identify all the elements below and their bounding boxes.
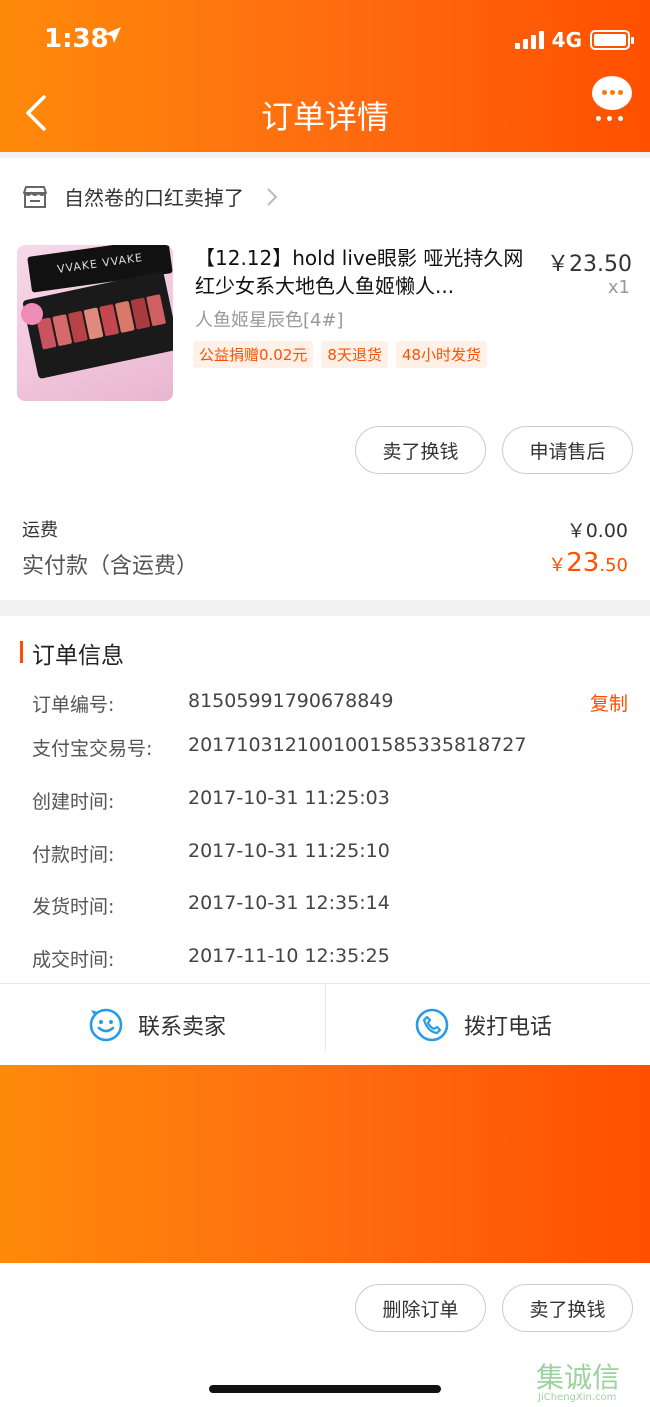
info-label: 创建时间: bbox=[32, 791, 115, 813]
info-label: 付款时间: bbox=[32, 844, 115, 866]
bottom-sell-for-cash-button[interactable]: 卖了换钱 bbox=[502, 1284, 633, 1332]
location-arrow-icon bbox=[105, 27, 121, 43]
copy-order-number-button[interactable]: 复制 bbox=[590, 689, 628, 716]
palette-brand-text: VVAKE VVAKE bbox=[56, 251, 144, 276]
info-value: 2017-10-31 11:25:03 bbox=[188, 787, 390, 809]
paid-integer: 23 bbox=[566, 548, 600, 578]
tag-shipping: 48小时发货 bbox=[395, 341, 488, 368]
watermark-text: 集诚信 bbox=[536, 1361, 621, 1394]
shipping-fee-value: ￥0.00 bbox=[566, 520, 628, 542]
info-value: 2017-10-31 12:35:14 bbox=[188, 892, 390, 914]
signal-icon bbox=[514, 31, 544, 49]
store-name: 自然卷的口红卖掉了 bbox=[64, 186, 244, 210]
info-row-paid-time: 付款时间: 2017-10-31 11:25:10 bbox=[32, 840, 390, 867]
status-indicators: 4G bbox=[514, 28, 634, 52]
store-link[interactable]: 自然卷的口红卖掉了 bbox=[22, 182, 278, 211]
chat-menu-button[interactable] bbox=[592, 76, 636, 122]
promo-banner[interactable] bbox=[0, 1065, 650, 1263]
call-phone-button[interactable]: 拨打电话 bbox=[414, 984, 552, 1066]
sell-for-cash-button[interactable]: 卖了换钱 bbox=[355, 426, 486, 474]
watermark-logo: 集诚信 JiChengXin.com bbox=[536, 1356, 621, 1403]
paid-amount-value: ￥23.50 bbox=[548, 548, 628, 578]
info-value: 2017103121001001585335818727 bbox=[188, 734, 527, 756]
info-row-created-time: 创建时间: 2017-10-31 11:25:03 bbox=[32, 787, 390, 814]
more-dots-icon bbox=[592, 116, 636, 121]
paid-currency: ￥ bbox=[548, 555, 567, 576]
product-image[interactable]: VVAKE VVAKE bbox=[17, 245, 173, 401]
info-row-shipped-time: 发货时间: 2017-10-31 12:35:14 bbox=[32, 892, 390, 919]
after-sales-button[interactable]: 申请售后 bbox=[502, 426, 633, 474]
info-label: 成交时间: bbox=[32, 949, 115, 971]
section-accent-bar bbox=[20, 641, 23, 663]
info-row-alipay-number: 支付宝交易号: 2017103121001001585335818727 bbox=[32, 734, 526, 761]
flower-decoration bbox=[21, 303, 43, 325]
contact-seller-label: 联系卖家 bbox=[138, 1015, 227, 1040]
paid-decimal: .50 bbox=[599, 555, 628, 576]
call-phone-label: 拨打电话 bbox=[464, 1015, 553, 1040]
tag-charity: 公益捐赠0.02元 bbox=[193, 341, 314, 368]
info-value: 81505991790678849 bbox=[188, 690, 394, 712]
store-icon bbox=[23, 185, 47, 208]
smiley-chat-icon bbox=[89, 1008, 123, 1042]
product-title[interactable]: 【12.12】hold live眼影 哑光持久网红少女系大地色人鱼姬懒人... bbox=[195, 244, 535, 300]
info-label: 订单编号: bbox=[32, 694, 115, 716]
watermark-domain: JiChengXin.com bbox=[538, 1392, 617, 1403]
info-row-order-number: 订单编号: 81505991790678849 bbox=[32, 690, 394, 717]
battery-icon bbox=[590, 30, 634, 50]
delete-order-button[interactable]: 删除订单 bbox=[355, 1284, 486, 1332]
product-variant: 人鱼姬星辰色[4#] bbox=[195, 310, 344, 331]
tag-return: 8天退货 bbox=[321, 341, 388, 368]
product-tags: 公益捐赠0.02元 8天退货 48小时发货 bbox=[193, 341, 488, 368]
product-quantity: x1 bbox=[607, 277, 630, 298]
status-time: 1:38 bbox=[44, 24, 109, 54]
phone-icon bbox=[415, 1008, 449, 1042]
order-info-title: 订单信息 bbox=[32, 643, 124, 669]
contact-divider bbox=[325, 984, 326, 1050]
header: 1:38 4G 订单详情 bbox=[0, 0, 650, 152]
page-title: 订单详情 bbox=[260, 98, 389, 136]
shipping-fee-label: 运费 bbox=[22, 520, 58, 541]
paid-amount-label: 实付款（含运费） bbox=[22, 554, 199, 579]
info-label: 支付宝交易号: bbox=[32, 738, 153, 760]
home-indicator[interactable] bbox=[209, 1385, 441, 1393]
contact-bar: 联系卖家 拨打电话 bbox=[0, 983, 650, 1065]
network-type: 4G bbox=[551, 28, 582, 52]
info-value: 2017-10-31 11:25:10 bbox=[188, 840, 390, 862]
contact-seller-button[interactable]: 联系卖家 bbox=[88, 984, 226, 1066]
info-row-completed-time: 成交时间: 2017-11-10 12:35:25 bbox=[32, 945, 390, 972]
info-value: 2017-11-10 12:35:25 bbox=[188, 945, 390, 967]
message-bubble-icon bbox=[592, 76, 632, 110]
chevron-right-icon bbox=[267, 187, 278, 206]
info-label: 发货时间: bbox=[32, 896, 115, 918]
product-price: ￥23.50 bbox=[547, 252, 632, 277]
